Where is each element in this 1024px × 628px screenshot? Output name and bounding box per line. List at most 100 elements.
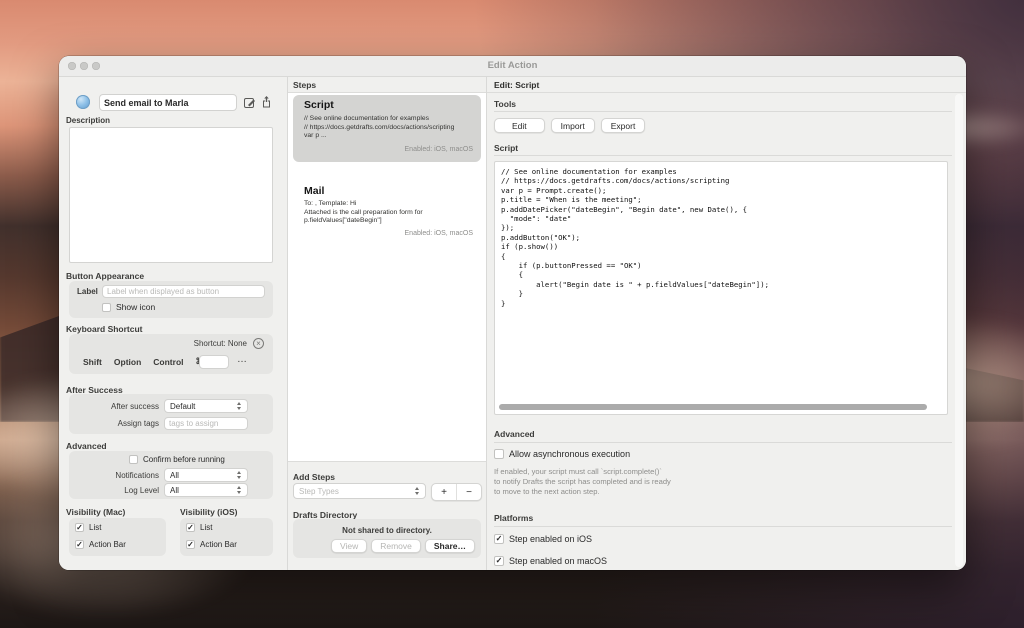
add-remove-step-segment: + − <box>431 483 482 501</box>
visibility-ios-box: List Action Bar <box>180 518 273 556</box>
mac-action-bar-label: Action Bar <box>89 540 126 549</box>
confirm-before-running-label: Confirm before running <box>143 455 225 464</box>
mac-list-checkbox[interactable] <box>75 523 84 532</box>
step-types-popup[interactable]: Step Types <box>293 483 426 499</box>
async-help-line: to move to the next action step. <box>494 487 600 496</box>
remove-step-button[interactable]: − <box>457 484 481 500</box>
step-item-script[interactable]: Script // See online documentation for e… <box>293 95 481 162</box>
code-horizontal-scrollbar[interactable] <box>499 404 927 410</box>
ios-enabled-checkbox[interactable] <box>494 534 504 544</box>
steps-header-label: Steps <box>293 80 317 90</box>
panel-scrollbar[interactable] <box>955 94 963 567</box>
log-level-value: All <box>170 485 179 495</box>
step-enabled-badge: Enabled: iOS, macOS <box>404 230 473 237</box>
edit-step-panel: Edit: Script Tools Edit Import Export Sc… <box>487 77 966 570</box>
button-appearance-box: Label Show icon <box>69 281 273 318</box>
action-settings-panel: Description Button Appearance Label Show… <box>59 77 288 570</box>
action-name-input[interactable] <box>99 94 237 111</box>
advanced-box: Confirm before running Notifications All… <box>69 451 273 499</box>
directory-remove-button[interactable]: Remove <box>371 539 421 553</box>
step-title: Script <box>304 99 334 111</box>
tools-title: Tools <box>494 99 517 109</box>
drafts-directory-box: Not shared to directory. View Remove Sha… <box>293 519 481 558</box>
edit-icon-button[interactable] <box>243 96 256 109</box>
confirm-before-running-checkbox[interactable] <box>129 455 138 464</box>
popup-stepper-icon <box>234 471 244 479</box>
visibility-ios-title: Visibility (iOS) <box>180 507 238 517</box>
async-help-line: to notify Drafts the script has complete… <box>494 477 671 486</box>
ios-action-bar-label: Action Bar <box>200 540 237 549</box>
step-summary-line: To: , Template: Hi <box>304 200 357 207</box>
platforms-title: Platforms <box>494 513 534 523</box>
allow-async-label: Allow asynchronous execution <box>509 449 631 459</box>
export-button[interactable]: Export <box>600 118 646 133</box>
shortcut-status: Shortcut: None <box>193 339 247 348</box>
button-appearance-title: Button Appearance <box>66 271 145 281</box>
modifier-option[interactable]: Option <box>114 357 141 367</box>
after-success-label: After success <box>110 402 159 411</box>
popup-stepper-icon <box>412 487 422 495</box>
macos-enabled-label: Step enabled on macOS <box>509 556 608 566</box>
show-icon-checkbox[interactable] <box>102 302 111 312</box>
script-title: Script <box>494 143 519 153</box>
script-code-text: // See online documentation for examples… <box>501 167 769 308</box>
assign-tags-input[interactable] <box>164 417 248 430</box>
mac-action-bar-checkbox[interactable] <box>75 540 84 549</box>
assign-tags-label: Assign tags <box>117 419 159 428</box>
modifier-shift[interactable]: Shift <box>83 357 102 367</box>
step-advanced-title: Advanced <box>494 429 535 439</box>
modifier-control[interactable]: Control <box>153 357 183 367</box>
macos-enabled-checkbox[interactable] <box>494 556 504 566</box>
ios-list-label: List <box>200 523 213 532</box>
notifications-popup[interactable]: All <box>164 468 248 482</box>
action-icon[interactable] <box>76 95 90 109</box>
edit-action-window: Edit Action Description Button Appearanc… <box>59 56 966 570</box>
step-item-mail[interactable]: Mail To: , Template: Hi Attached is the … <box>293 183 481 245</box>
edit-step-header: Edit: Script <box>487 77 966 93</box>
description-label: Description <box>66 116 111 125</box>
step-summary-line: Attached is the call preparation form fo… <box>304 208 423 216</box>
popup-stepper-icon <box>234 402 244 410</box>
add-step-button[interactable]: + <box>432 484 457 500</box>
title-bar[interactable]: Edit Action <box>59 56 966 77</box>
step-types-placeholder: Step Types <box>299 486 339 496</box>
directory-share-button[interactable]: Share… <box>424 539 475 553</box>
step-summary-line: // https://docs.getdrafts.com/docs/actio… <box>304 123 455 131</box>
label-field-label: Label <box>77 287 98 296</box>
add-steps-title: Add Steps <box>293 472 336 482</box>
steps-footer: Add Steps Step Types + − Drafts Director… <box>288 461 486 570</box>
ios-action-bar-checkbox[interactable] <box>186 540 195 549</box>
advanced-title: Advanced <box>66 441 107 451</box>
allow-async-checkbox[interactable] <box>494 449 504 459</box>
step-title: Mail <box>304 185 325 197</box>
keyboard-shortcut-title: Keyboard Shortcut <box>66 324 143 334</box>
step-summary-line: p.fieldValues["dateBegin"] <box>304 217 382 224</box>
directory-view-button[interactable]: View <box>330 539 368 553</box>
button-label-input[interactable] <box>102 285 265 298</box>
keyboard-shortcut-box: Shortcut: None × Shift Option Control ⌘ … <box>69 334 273 374</box>
description-textarea[interactable] <box>69 127 273 263</box>
log-level-label: Log Level <box>124 486 159 495</box>
clear-shortcut-icon[interactable]: × <box>253 338 264 349</box>
log-level-popup[interactable]: All <box>164 483 248 497</box>
shortcut-more-button[interactable]: … <box>237 354 248 365</box>
after-success-popup[interactable]: Default <box>164 399 248 413</box>
steps-header: Steps <box>288 77 486 93</box>
window-title: Edit Action <box>487 60 538 71</box>
script-code-editor[interactable]: // See online documentation for examples… <box>494 161 948 415</box>
notifications-value: All <box>170 470 179 480</box>
after-success-value: Default <box>170 401 196 411</box>
shortcut-key-input[interactable] <box>199 355 229 369</box>
ios-enabled-label: Step enabled on iOS <box>509 534 593 544</box>
step-summary-line: // See online documentation for examples <box>304 115 430 122</box>
share-icon[interactable] <box>260 95 273 108</box>
import-button[interactable]: Import <box>550 118 595 133</box>
step-summary-line: var p ... <box>304 132 327 139</box>
edit-button[interactable]: Edit <box>494 118 545 133</box>
step-enabled-badge: Enabled: iOS, macOS <box>404 146 473 153</box>
steps-panel: Steps Script // See online documentation… <box>288 77 487 570</box>
async-help-line: If enabled, your script must call `scrip… <box>494 467 662 476</box>
mac-list-label: List <box>89 523 102 532</box>
visibility-mac-title: Visibility (Mac) <box>66 507 126 517</box>
ios-list-checkbox[interactable] <box>186 523 195 532</box>
